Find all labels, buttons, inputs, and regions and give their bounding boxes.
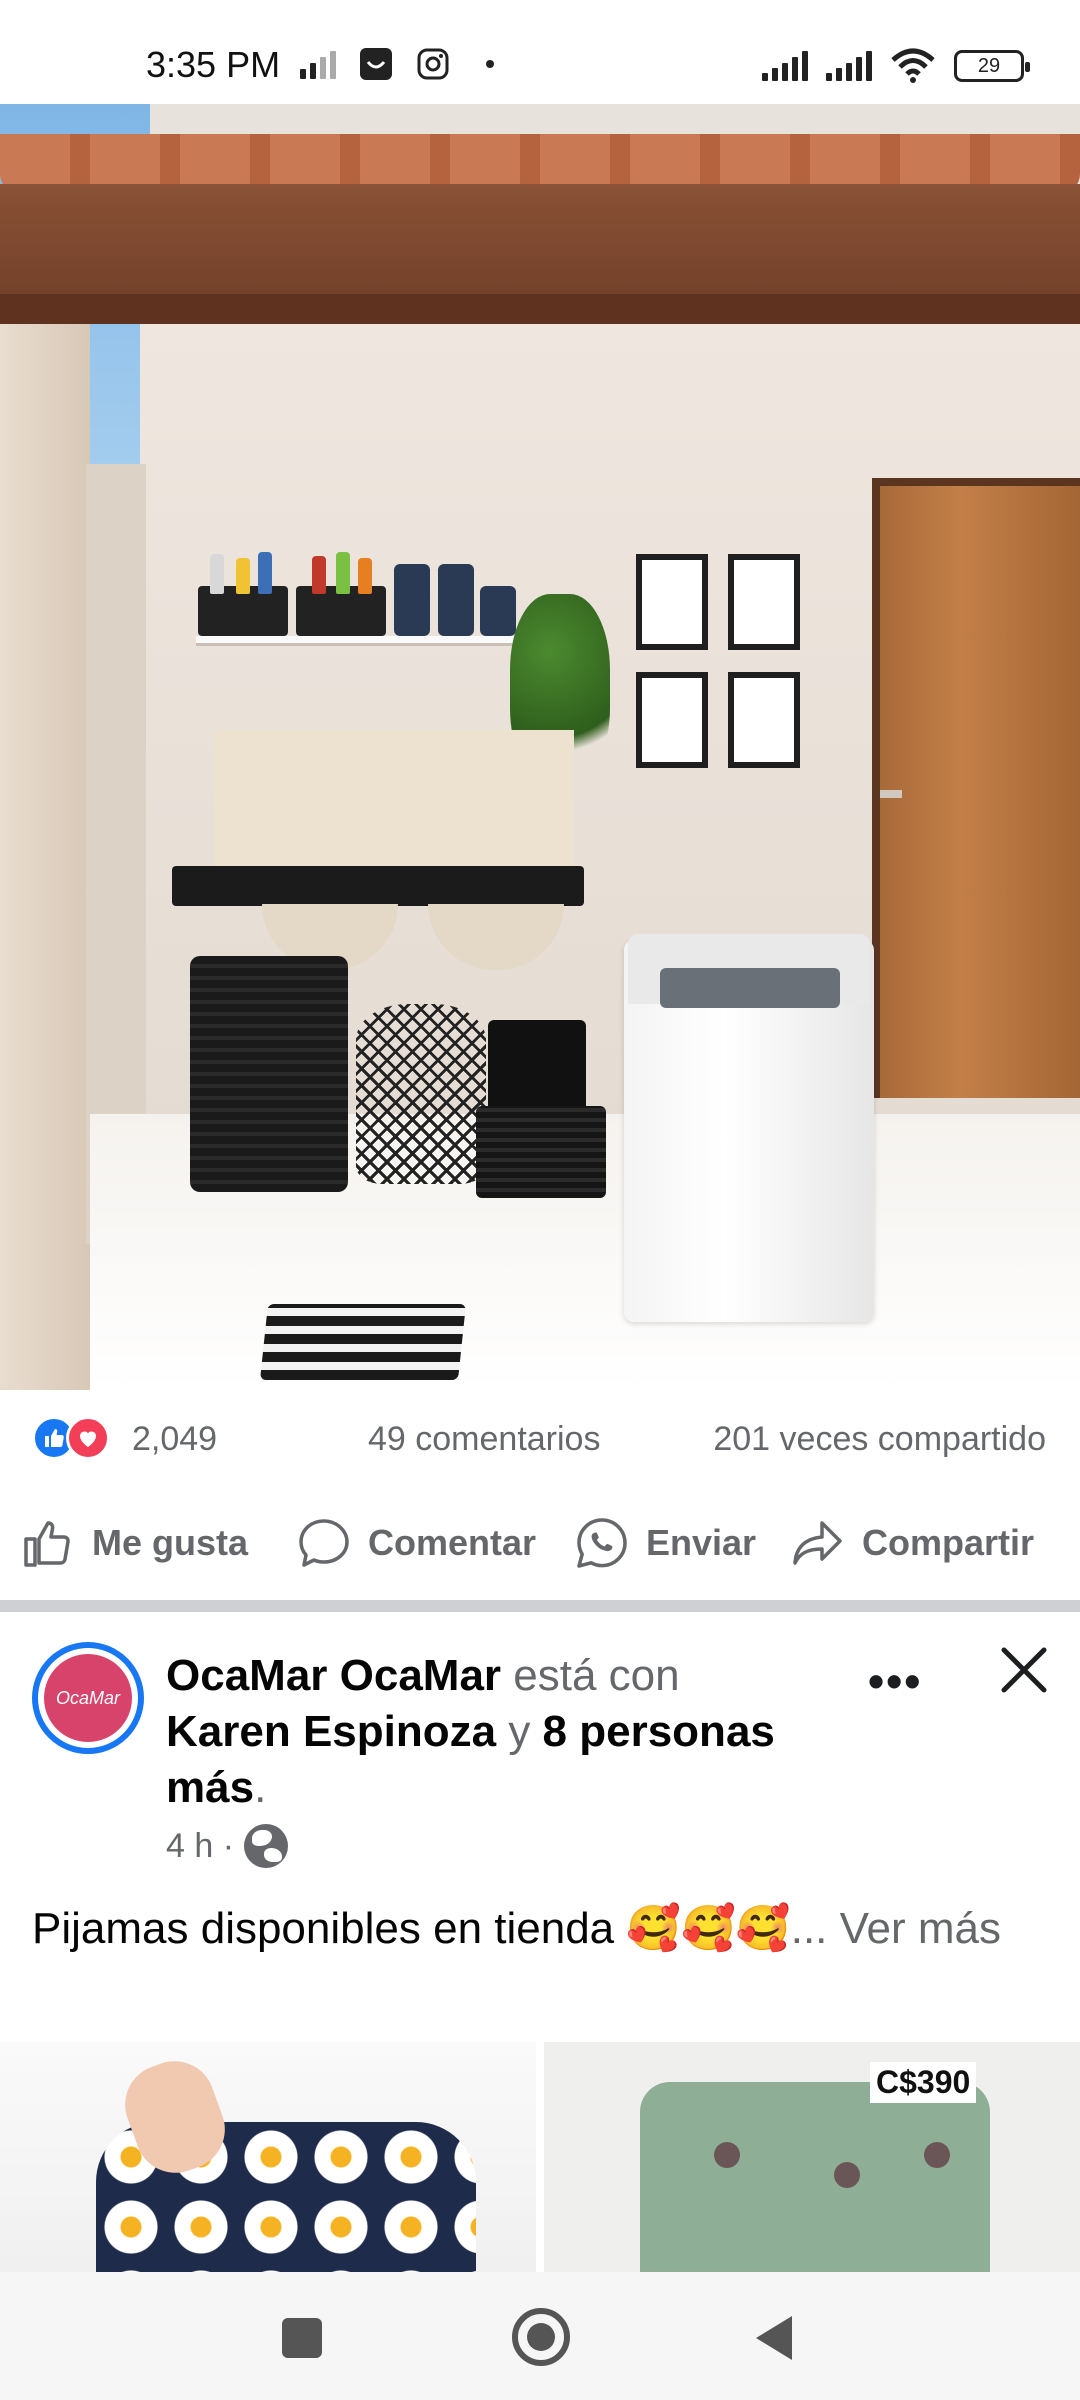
post-time[interactable]: 4 h · [166,1827,234,1866]
send-label: Enviar [646,1522,757,1563]
post-photo-2[interactable]: C$390 [544,2042,1080,2272]
post-text: Pijamas disponibles en tienda 🥰🥰🥰... Ver… [32,1898,1042,1960]
status-bar: 3:35 PM 29 [0,0,1080,104]
globe-icon [244,1824,289,1868]
comment-bubble-icon [299,1519,349,1567]
instagram-icon [417,48,449,80]
avatar-logo-text: OcaMar [55,1687,120,1708]
comment-label: Comentar [368,1522,537,1563]
signal-2-icon [826,51,872,81]
with-text: está con [501,1651,680,1700]
close-icon[interactable] [996,1642,1052,1698]
post-header: OcaMar OcaMar está con Karen Espinoza y … [166,1648,816,1816]
battery-level: 29 [977,54,1001,77]
system-nav-bar [0,2272,1080,2400]
signal-weak-icon [300,49,336,79]
status-time: 3:35 PM [146,44,281,85]
post-action-bar: Me gusta Comentar Enviar Compartir [0,1498,1080,1588]
post-image[interactable] [0,104,1080,1390]
share-arrow-icon [793,1521,842,1565]
like-label: Me gusta [92,1522,249,1563]
system-icons: 29 [762,48,1030,84]
recents-button-icon[interactable] [282,2318,322,2358]
and-text: y [496,1707,543,1756]
share-button[interactable]: Compartir [790,1508,1034,1578]
love-reaction-icon [66,1416,110,1460]
comments-count[interactable]: 49 comentarios [368,1420,600,1459]
post-meta: 4 h · [166,1824,289,1868]
send-button[interactable]: Enviar [574,1508,756,1578]
reaction-icons [32,1416,110,1460]
more-notifications-dot-icon [486,60,494,68]
reactions-summary[interactable]: 2,049 49 comentarios 201 veces compartid… [0,1400,1080,1478]
signal-1-icon [762,51,808,81]
like-button[interactable]: Me gusta [20,1508,248,1578]
author-name[interactable]: OcaMar OcaMar [166,1651,501,1700]
post-body: Pijamas disponibles en tienda 🥰🥰🥰 [32,1904,791,1953]
reactions-count[interactable]: 2,049 [132,1420,217,1459]
feed-separator [0,1600,1080,1612]
wifi-icon [891,48,935,83]
notification-icons [300,46,494,82]
post-photo-1[interactable] [0,2042,536,2272]
back-button-icon[interactable] [756,2316,792,2360]
see-more-link[interactable]: ... Ver más [791,1904,1001,1953]
app-notification-icon [360,48,392,80]
author-avatar[interactable]: OcaMar [32,1642,144,1754]
more-options-icon[interactable]: ••• [868,1654,922,1708]
whatsapp-icon [577,1518,627,1568]
share-label: Compartir [862,1522,1035,1563]
comment-button[interactable]: Comentar [296,1508,536,1578]
shares-count[interactable]: 201 veces compartido [713,1420,1046,1459]
thumbs-up-icon [24,1521,70,1567]
avatar-logo: OcaMar [44,1654,132,1742]
battery-icon: 29 [954,50,1030,82]
home-button-icon[interactable] [512,2308,570,2366]
header-period: . [254,1763,267,1812]
price-tag: C$390 [870,2062,977,2103]
tagged-person[interactable]: Karen Espinoza [166,1707,496,1756]
